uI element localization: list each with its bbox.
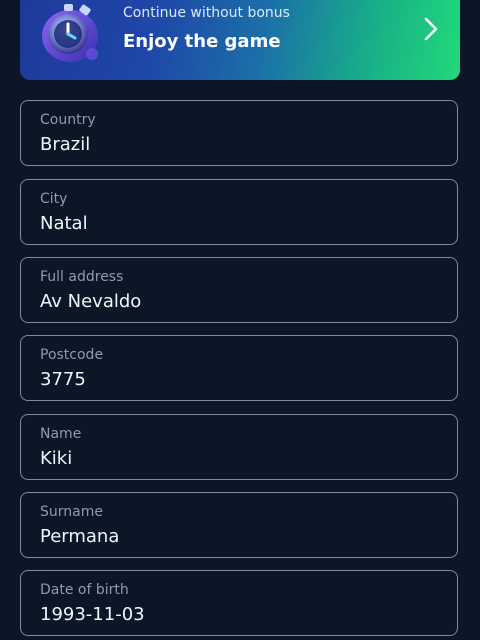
surname-field[interactable]: Surname Permana [20,492,458,558]
postcode-field[interactable]: Postcode 3775 [20,335,458,401]
banner-title: Enjoy the game [123,31,281,52]
name-label: Name [40,426,82,442]
country-field[interactable]: Country Brazil [20,100,458,166]
chevron-right-icon[interactable] [422,16,440,42]
date-of-birth-label: Date of birth [40,582,129,598]
city-field[interactable]: City Natal [20,179,458,245]
continue-without-bonus-banner[interactable]: Continue without bonus Enjoy the game [20,0,460,80]
date-of-birth-value[interactable]: 1993-11-03 [40,604,145,625]
name-field[interactable]: Name Kiki [20,414,458,480]
postcode-value[interactable]: 3775 [40,369,86,390]
registration-page: Continue without bonus Enjoy the game Co… [0,0,480,640]
city-label: City [40,191,68,207]
country-label: Country [40,112,96,128]
postcode-label: Postcode [40,347,104,363]
full-address-label: Full address [40,269,124,285]
name-value[interactable]: Kiki [40,448,72,469]
surname-value[interactable]: Permana [40,526,119,547]
country-value[interactable]: Brazil [40,134,90,155]
banner-subtitle: Continue without bonus [123,5,290,21]
city-value[interactable]: Natal [40,213,88,234]
stopwatch-icon [42,4,98,62]
surname-label: Surname [40,504,103,520]
date-of-birth-field[interactable]: Date of birth 1993-11-03 [20,570,458,636]
full-address-value[interactable]: Av Nevaldo [40,291,141,312]
full-address-field[interactable]: Full address Av Nevaldo [20,257,458,323]
